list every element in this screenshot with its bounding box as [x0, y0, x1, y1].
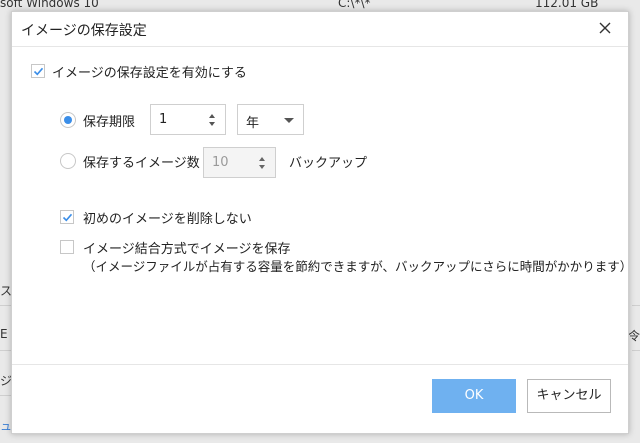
image-count-radio[interactable]: [60, 153, 76, 169]
cancel-button[interactable]: キャンセル: [527, 379, 611, 413]
checkmark-icon: [33, 67, 44, 76]
retention-period-stepper[interactable]: 1: [150, 104, 226, 135]
dialog-titlebar: イメージの保存設定: [12, 12, 628, 47]
dialog-title: イメージの保存設定: [21, 23, 147, 39]
spin-arrows-icon[interactable]: [257, 154, 267, 172]
merge-images-note: （イメージファイルが占有する容量を節約できますが、バックアップにさらに時間がかか…: [83, 259, 633, 274]
retention-period-value: 1: [159, 112, 168, 127]
close-button[interactable]: [596, 19, 614, 37]
keep-first-image-checkbox[interactable]: [60, 210, 74, 224]
background-divider: [632, 305, 640, 306]
background-divider: [632, 350, 640, 351]
retention-period-radio[interactable]: [60, 112, 76, 128]
background-fragment: E: [0, 327, 8, 341]
retention-unit-value: 年: [246, 116, 260, 131]
image-count-stepper[interactable]: 10: [203, 147, 276, 178]
retention-period-label: 保存期限: [83, 115, 136, 130]
chevron-down-icon: [284, 118, 294, 123]
radio-selected-dot: [64, 116, 72, 124]
keep-first-image-label: 初めのイメージを削除しない: [83, 212, 252, 227]
image-count-label: 保存するイメージ数: [83, 156, 200, 171]
merge-images-checkbox[interactable]: [60, 240, 74, 254]
merge-images-label: イメージ結合方式でイメージを保存: [83, 242, 291, 257]
image-retention-dialog: イメージの保存設定 イメージの保存設定を有効にする 保存期限 1 年 保存するイ…: [11, 11, 633, 434]
background-os-name: soft Windows 10: [0, 0, 99, 10]
checkmark-icon: [62, 213, 73, 222]
background-path: C:\*\*: [338, 0, 371, 10]
retention-unit-select[interactable]: 年: [237, 104, 304, 135]
footer-divider: [12, 364, 628, 365]
close-icon: [599, 22, 611, 34]
image-count-value: 10: [212, 155, 229, 170]
enable-retention-label: イメージの保存設定を有効にする: [52, 66, 247, 81]
spin-arrows-icon[interactable]: [207, 111, 217, 129]
ok-button[interactable]: OK: [432, 379, 516, 413]
enable-retention-checkbox[interactable]: [31, 64, 45, 78]
background-fragment: 令: [627, 329, 640, 343]
background-size: 112.01 GB: [535, 0, 599, 10]
image-count-suffix: バックアップ: [289, 156, 368, 171]
